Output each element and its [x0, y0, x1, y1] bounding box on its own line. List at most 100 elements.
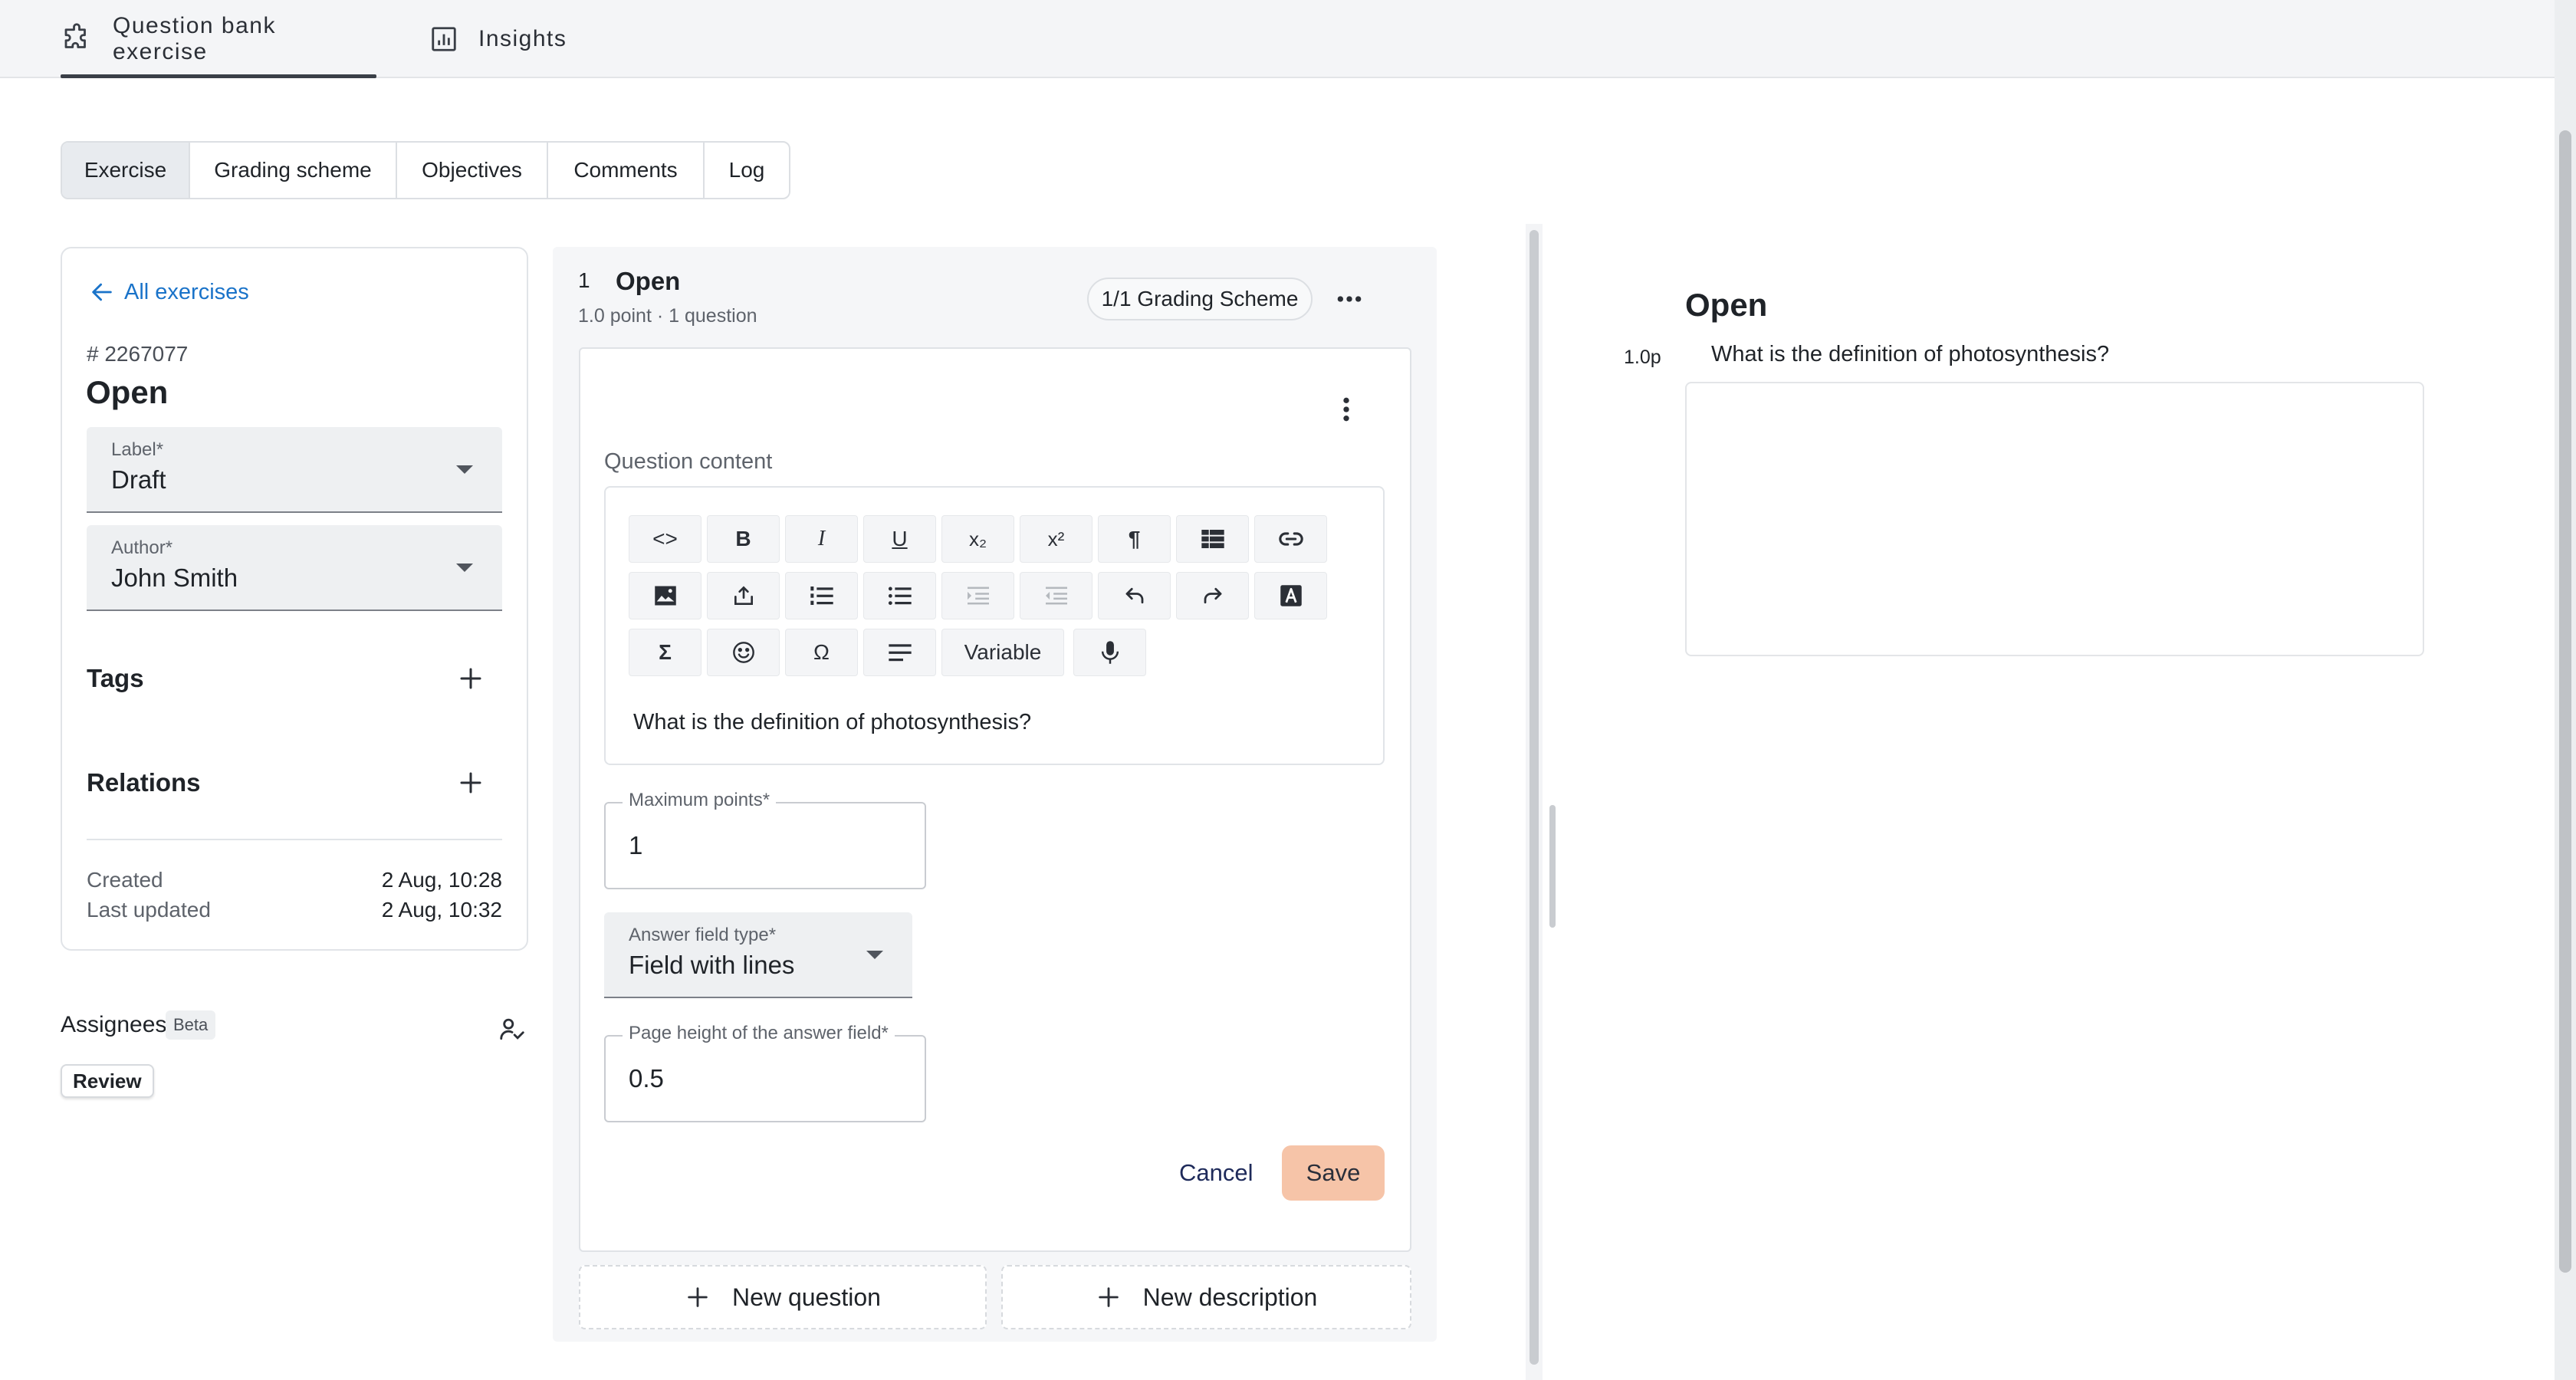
new-question-label: New question — [732, 1283, 881, 1311]
new-description-label: New description — [1142, 1283, 1318, 1311]
tab-label: Question bank exercise — [113, 13, 276, 64]
table-button[interactable] — [1176, 515, 1249, 563]
dropdown-caret-icon — [456, 465, 473, 474]
back-link-label: All exercises — [124, 279, 249, 304]
maximum-points-value: 1 — [629, 831, 643, 859]
review-chip[interactable]: Review — [61, 1064, 154, 1098]
plus-icon — [685, 1284, 711, 1310]
bullet-list-icon — [888, 584, 912, 607]
arrow-left-icon — [89, 279, 115, 305]
page-height-label: Page height of the answer field* — [623, 1023, 895, 1044]
tab-question-bank-exercise[interactable]: Question bank exercise — [61, 0, 376, 78]
save-button[interactable]: Save — [1282, 1145, 1385, 1201]
plus-icon — [457, 769, 485, 797]
bold-icon: B — [735, 527, 751, 550]
image-icon — [654, 585, 677, 606]
answer-field-type-select[interactable]: Answer field type* Field with lines — [604, 912, 912, 998]
preview-question-text: What is the definition of photosynthesis… — [1711, 342, 2110, 366]
underline-icon: U — [892, 527, 908, 550]
upload-button[interactable] — [707, 572, 780, 619]
last-updated-value: 2 Aug, 10:32 — [381, 898, 502, 922]
sigma-icon: Σ — [659, 640, 672, 664]
add-tag-button[interactable] — [457, 665, 485, 692]
superscript-button[interactable]: x² — [1020, 515, 1092, 563]
relations-heading: Relations — [87, 768, 201, 797]
splitter-drag-handle[interactable] — [1549, 805, 1556, 928]
text-color-button[interactable] — [1254, 572, 1327, 619]
microphone-icon — [1100, 640, 1120, 665]
add-relation-button[interactable] — [457, 769, 485, 797]
variable-button[interactable]: Variable — [941, 629, 1064, 676]
exercise-sub-tabs: Exercise Grading scheme Objectives Comme… — [61, 141, 790, 199]
voice-input-button[interactable] — [1073, 629, 1146, 676]
bullet-list-button[interactable] — [863, 572, 936, 619]
author-select[interactable]: Author* John Smith — [87, 525, 502, 611]
image-button[interactable] — [629, 572, 702, 619]
subscript-button[interactable]: x₂ — [941, 515, 1014, 563]
bold-button[interactable]: B — [707, 515, 780, 563]
link-button[interactable] — [1254, 515, 1327, 563]
tab-exercise[interactable]: Exercise — [62, 143, 190, 198]
pilcrow-icon: ¶ — [1128, 527, 1141, 550]
preview-points: 1.0p — [1624, 347, 1661, 368]
all-exercises-link[interactable]: All exercises — [89, 279, 249, 305]
tab-insights[interactable]: Insights — [429, 0, 567, 78]
last-updated-label: Last updated — [87, 898, 211, 922]
align-button[interactable] — [863, 629, 936, 676]
tab-label: Insights — [478, 26, 567, 51]
editor-scrollbar-thumb[interactable] — [1530, 230, 1539, 1365]
author-select-label: Author* — [111, 537, 173, 558]
page-height-input[interactable]: Page height of the answer field* 0.5 — [604, 1023, 926, 1122]
preview-answer-box — [1685, 382, 2424, 656]
label-select[interactable]: Label* Draft — [87, 427, 502, 513]
question-more-button[interactable] — [1332, 284, 1366, 314]
created-value: 2 Aug, 10:28 — [381, 868, 502, 892]
outdent-icon — [1044, 585, 1069, 606]
manage-assignees-button[interactable] — [498, 1014, 527, 1043]
new-question-button[interactable]: New question — [579, 1265, 987, 1329]
plus-icon — [1096, 1284, 1122, 1310]
editor-more-button[interactable] — [1331, 393, 1362, 426]
exercise-id: # 2267077 — [87, 342, 189, 366]
underline-button[interactable]: U — [863, 515, 936, 563]
indent-button[interactable] — [941, 572, 1014, 619]
more-horizontal-icon — [1332, 284, 1366, 314]
maximum-points-label: Maximum points* — [623, 790, 777, 811]
smiley-icon — [731, 640, 756, 665]
tab-grading-scheme[interactable]: Grading scheme — [190, 143, 397, 198]
table-icon — [1201, 528, 1225, 550]
tab-log[interactable]: Log — [705, 143, 789, 198]
tags-heading: Tags — [87, 664, 144, 692]
omega-icon: Ω — [813, 640, 830, 664]
ordered-list-button[interactable] — [785, 572, 858, 619]
more-vertical-icon — [1331, 393, 1362, 426]
cancel-button[interactable]: Cancel — [1173, 1145, 1260, 1201]
grading-scheme-chip[interactable]: 1/1 Grading Scheme — [1087, 278, 1313, 320]
question-content-text[interactable]: What is the definition of photosynthesis… — [633, 710, 1031, 735]
redo-button[interactable] — [1176, 572, 1249, 619]
indent-icon — [966, 585, 991, 606]
page-height-value: 0.5 — [629, 1064, 664, 1092]
subscript-icon: x₂ — [968, 527, 987, 550]
formula-button[interactable]: Σ — [629, 629, 702, 676]
italic-button[interactable]: I — [785, 515, 858, 563]
question-title: Open — [616, 267, 681, 295]
maximum-points-input[interactable]: Maximum points* 1 — [604, 790, 926, 889]
outdent-button[interactable] — [1020, 572, 1092, 619]
page-scrollbar-thumb[interactable] — [2559, 130, 2571, 1273]
italic-icon: I — [817, 527, 826, 550]
variable-button-label: Variable — [964, 640, 1042, 664]
question-content-label: Question content — [604, 449, 773, 474]
question-number: 1 — [578, 268, 590, 292]
tab-comments[interactable]: Comments — [548, 143, 705, 198]
redo-icon — [1201, 584, 1224, 607]
tab-objectives[interactable]: Objectives — [397, 143, 548, 198]
undo-button[interactable] — [1098, 572, 1171, 619]
user-check-icon — [498, 1014, 527, 1043]
code-button[interactable]: <> — [629, 515, 702, 563]
paragraph-button[interactable]: ¶ — [1098, 515, 1171, 563]
emoji-button[interactable] — [707, 629, 780, 676]
special-character-button[interactable]: Ω — [785, 629, 858, 676]
new-description-button[interactable]: New description — [1001, 1265, 1411, 1329]
plus-icon — [457, 665, 485, 692]
